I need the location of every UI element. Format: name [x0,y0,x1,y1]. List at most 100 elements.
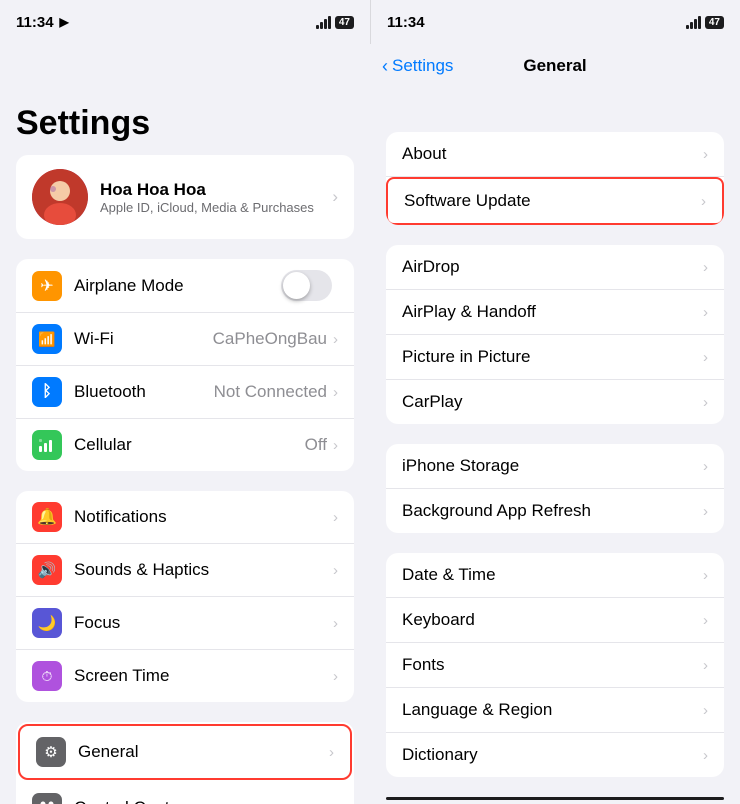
left-time: 11:34 [16,14,54,31]
settings-item-notifications[interactable]: 🔔 Notifications › [16,491,354,544]
carplay-chevron-icon: › [703,394,708,411]
settings-item-focus[interactable]: 🌙 Focus › [16,597,354,650]
settings-title: Settings [0,88,370,155]
airdrop-chevron-icon: › [703,259,708,276]
focus-label: Focus [74,613,333,633]
general-icon: ⚙ [36,737,66,767]
settings-item-general[interactable]: ⚙ General › [18,724,352,780]
right-item-keyboard[interactable]: Keyboard › [386,598,724,643]
sounds-label: Sounds & Haptics [74,560,333,580]
main-content: Settings Hoa Hoa Hoa Apple ID, iCloud, M… [0,88,740,804]
status-bars: 11:34 ▶ 47 11:34 47 [0,0,740,44]
wifi-chevron-icon: › [333,331,338,348]
left-status-icons: 47 [316,16,354,29]
right-item-background-refresh[interactable]: Background App Refresh › [386,489,724,533]
control-icon [32,793,62,804]
right-item-software-update[interactable]: Software Update › [386,177,724,225]
software-update-label: Software Update [404,191,701,211]
left-panel: Settings Hoa Hoa Hoa Apple ID, iCloud, M… [0,88,370,804]
background-refresh-chevron-icon: › [703,503,708,520]
bluetooth-chevron-icon: › [333,384,338,401]
keyboard-chevron-icon: › [703,612,708,629]
pip-chevron-icon: › [703,349,708,366]
settings-item-bluetooth[interactable]: ᛒ Bluetooth Not Connected › [16,366,354,419]
about-chevron-icon: › [703,146,708,163]
right-item-language[interactable]: Language & Region › [386,688,724,733]
bluetooth-icon: ᛒ [32,377,62,407]
screentime-chevron-icon: › [333,668,338,685]
control-label: Control Center [74,798,333,804]
wifi-icon: 📶 [32,324,62,354]
focus-chevron-icon: › [333,615,338,632]
right-item-carplay[interactable]: CarPlay › [386,380,724,424]
notifications-group: 🔔 Notifications › 🔊 Sounds & Haptics › 🌙… [16,491,354,702]
dictionary-label: Dictionary [402,745,703,765]
connectivity-group: ✈ Airplane Mode 📶 Wi-Fi CaPheOngBau › ᛒ [16,259,354,471]
datetime-group: Date & Time › Keyboard › Fonts › Languag… [386,553,724,777]
settings-item-wifi[interactable]: 📶 Wi-Fi CaPheOngBau › [16,313,354,366]
status-bar-right: 11:34 47 [370,0,740,44]
right-panel: About › Software Update › AirDrop › AirP… [370,88,740,804]
right-item-fonts[interactable]: Fonts › [386,643,724,688]
pip-label: Picture in Picture [402,347,703,367]
cellular-value: Off [305,435,327,455]
settings-item-control[interactable]: Control Center › [16,782,354,804]
software-update-chevron-icon: › [701,193,706,210]
right-status-icons: 47 [686,16,724,29]
settings-item-cellular[interactable]: Cellular Off › [16,419,354,471]
general-group: ⚙ General › Control Center › [16,722,354,804]
dictionary-chevron-icon: › [703,747,708,764]
nav-title: General [523,56,586,76]
right-item-datetime[interactable]: Date & Time › [386,553,724,598]
notifications-icon: 🔔 [32,502,62,532]
airplay-label: AirPlay & Handoff [402,302,703,322]
language-chevron-icon: › [703,702,708,719]
airplane-icon: ✈ [32,271,62,301]
background-refresh-label: Background App Refresh [402,501,703,521]
nav-back-label: Settings [392,56,453,76]
profile-chevron-icon: › [332,187,338,207]
right-item-pip[interactable]: Picture in Picture › [386,335,724,380]
cellular-icon [32,430,62,460]
wifi-label: Wi-Fi [74,329,213,349]
cellular-label: Cellular [74,435,305,455]
status-bar-left: 11:34 ▶ 47 [0,0,370,44]
right-time: 11:34 [387,14,425,31]
settings-item-screentime[interactable]: ⏱ Screen Time › [16,650,354,702]
settings-item-sounds[interactable]: 🔊 Sounds & Haptics › [16,544,354,597]
toggle-thumb [283,272,310,299]
language-label: Language & Region [402,700,703,720]
iphone-storage-label: iPhone Storage [402,456,703,476]
fonts-label: Fonts [402,655,703,675]
general-label: General [78,742,329,762]
right-item-iphone-storage[interactable]: iPhone Storage › [386,444,724,489]
avatar [32,169,88,225]
sounds-chevron-icon: › [333,562,338,579]
profile-subtitle: Apple ID, iCloud, Media & Purchases [100,200,320,215]
bluetooth-label: Bluetooth [74,382,214,402]
storage-group: iPhone Storage › Background App Refresh … [386,444,724,533]
airplane-toggle[interactable] [281,270,332,301]
bluetooth-value: Not Connected [214,382,327,402]
right-item-airplay[interactable]: AirPlay & Handoff › [386,290,724,335]
battery-badge-right: 47 [705,16,724,29]
about-group: About › Software Update › [386,132,724,225]
wifi-value: CaPheOngBau [213,329,327,349]
profile-card[interactable]: Hoa Hoa Hoa Apple ID, iCloud, Media & Pu… [16,155,354,239]
airdrop-label: AirDrop [402,257,703,277]
sounds-icon: 🔊 [32,555,62,585]
location-icon: ▶ [60,15,69,29]
fonts-chevron-icon: › [703,657,708,674]
control-chevron-icon: › [333,800,338,804]
right-item-about[interactable]: About › [386,132,724,177]
signal-bars-left [316,16,331,29]
right-item-airdrop[interactable]: AirDrop › [386,245,724,290]
right-item-dictionary[interactable]: Dictionary › [386,733,724,777]
screentime-icon: ⏱ [32,661,62,691]
nav-back-button[interactable]: ‹ Settings [382,56,453,77]
datetime-label: Date & Time [402,565,703,585]
nav-bar: ‹ Settings General [370,44,740,88]
settings-item-airplane[interactable]: ✈ Airplane Mode [16,259,354,313]
notifications-chevron-icon: › [333,509,338,526]
screentime-label: Screen Time [74,666,333,686]
